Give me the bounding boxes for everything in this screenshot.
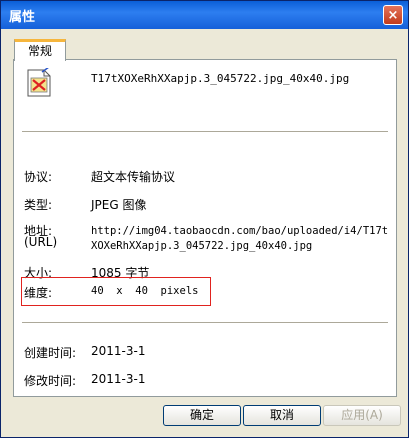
dimensions-value: 40 x 40 pixels [91, 285, 199, 297]
protocol-label: 协议: [24, 170, 53, 184]
close-icon: × [387, 8, 399, 23]
broken-image-icon [27, 68, 51, 97]
apply-button[interactable]: 应用(A) [323, 405, 401, 426]
divider [22, 131, 388, 132]
divider [22, 322, 388, 323]
file-name: T17tXOXeRhXXapjp.3_045722.jpg_40x40.jpg [91, 72, 350, 85]
tab-general-label: 常规 [27, 44, 52, 58]
address-sublabel: (URL) [24, 235, 58, 249]
type-value: JPEG 图像 [91, 198, 147, 212]
modified-label: 修改时间: [24, 374, 77, 388]
created-label: 创建时间: [24, 346, 77, 360]
created-value: 2011-3-1 [91, 344, 146, 358]
address-value[interactable]: http://img04.taobaocdn.com/bao/uploaded/… [91, 224, 391, 254]
cancel-button[interactable]: 取消 [243, 405, 321, 426]
type-label: 类型: [24, 198, 53, 212]
modified-value: 2011-3-1 [91, 372, 146, 386]
ok-button[interactable]: 确定 [163, 405, 241, 426]
window-title: 属性 [9, 10, 36, 25]
dimensions-label: 维度: [24, 286, 53, 300]
tab-general[interactable]: 常规 [14, 39, 66, 61]
properties-dialog: 属性 × 常规 T17tXOXeRhXXapjp.3_045722.jpg_40… [0, 0, 409, 438]
title-bar[interactable]: 属性 × [1, 1, 408, 29]
protocol-value: 超文本传输协议 [91, 170, 176, 184]
general-panel: T17tXOXeRhXXapjp.3_045722.jpg_40x40.jpg … [13, 59, 397, 397]
close-button[interactable]: × [383, 5, 403, 25]
